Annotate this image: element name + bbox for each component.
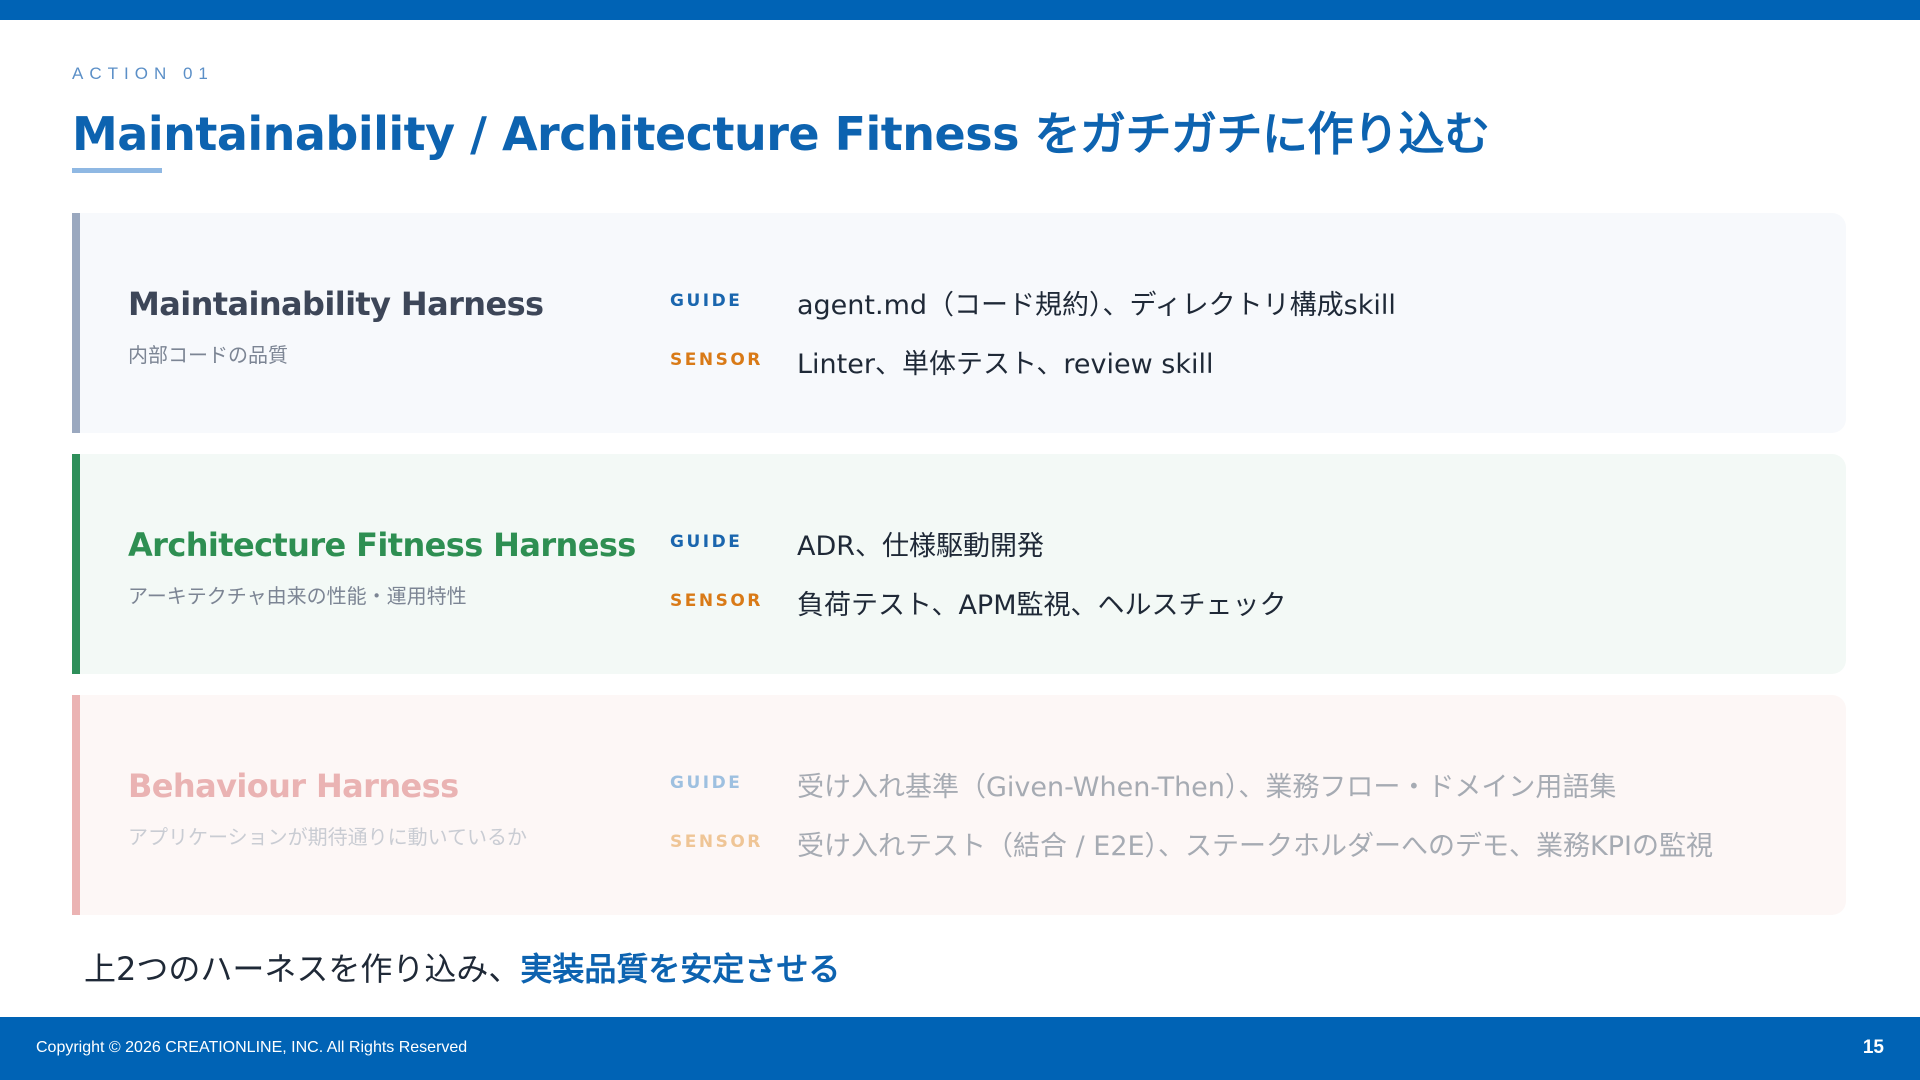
sensor-text: Linter、単体テスト、review skill bbox=[797, 349, 1214, 380]
footer-bar: Copyright © 2026 CREATIONLINE, INC. All … bbox=[0, 1017, 1920, 1080]
sensor-text: 受け入れテスト（結合 / E2E）、ステークホルダーへのデモ、業務KPIの監視 bbox=[797, 831, 1714, 862]
card-subtitle: アーキテクチャ由来の性能・運用特性 bbox=[128, 584, 467, 608]
section-eyebrow: ACTION 01 bbox=[72, 64, 214, 83]
copyright-text: Copyright © 2026 CREATIONLINE, INC. All … bbox=[36, 1039, 468, 1056]
guide-text: 受け入れ基準（Given-When-Then）、業務フロー・ドメイン用語集 bbox=[797, 772, 1617, 803]
card-accent-bar bbox=[72, 213, 80, 433]
guide-text: agent.md（コード規約）、ディレクトリ構成skill bbox=[797, 290, 1396, 321]
card-behaviour-harness: Behaviour Harness アプリケーションが期待通りに動いているか G… bbox=[72, 695, 1846, 915]
guide-label: GUIDE bbox=[670, 291, 743, 311]
card-title: Maintainability Harness bbox=[128, 285, 544, 323]
top-accent-bar bbox=[0, 0, 1920, 20]
guide-label: GUIDE bbox=[670, 532, 743, 552]
sensor-label: SENSOR bbox=[670, 591, 763, 611]
conclusion-statement: 上2つのハーネスを作り込み、実装品質を安定させる bbox=[84, 944, 840, 990]
page-number: 15 bbox=[1862, 1037, 1884, 1058]
slide-title: Maintainability / Architecture Fitness を… bbox=[72, 107, 1490, 161]
guide-text: ADR、仕様駆動開発 bbox=[797, 531, 1045, 562]
card-maintainability-harness: Maintainability Harness 内部コードの品質 GUIDE a… bbox=[72, 213, 1846, 433]
guide-label: GUIDE bbox=[670, 773, 743, 793]
card-accent-bar bbox=[72, 695, 80, 915]
card-subtitle: 内部コードの品質 bbox=[128, 343, 288, 367]
card-accent-bar bbox=[72, 454, 80, 674]
conclusion-prefix: 上2つのハーネスを作り込み、 bbox=[84, 950, 521, 988]
sensor-label: SENSOR bbox=[670, 832, 763, 852]
card-title: Architecture Fitness Harness bbox=[128, 526, 636, 564]
sensor-text: 負荷テスト、APM監視、ヘルスチェック bbox=[797, 590, 1287, 621]
card-subtitle: アプリケーションが期待通りに動いているか bbox=[128, 825, 527, 849]
card-title: Behaviour Harness bbox=[128, 767, 459, 805]
conclusion-emphasis: 実装品質を安定させる bbox=[520, 950, 841, 988]
sensor-label: SENSOR bbox=[670, 350, 763, 370]
title-underline bbox=[72, 168, 162, 173]
card-architecture-fitness-harness: Architecture Fitness Harness アーキテクチャ由来の性… bbox=[72, 454, 1846, 674]
